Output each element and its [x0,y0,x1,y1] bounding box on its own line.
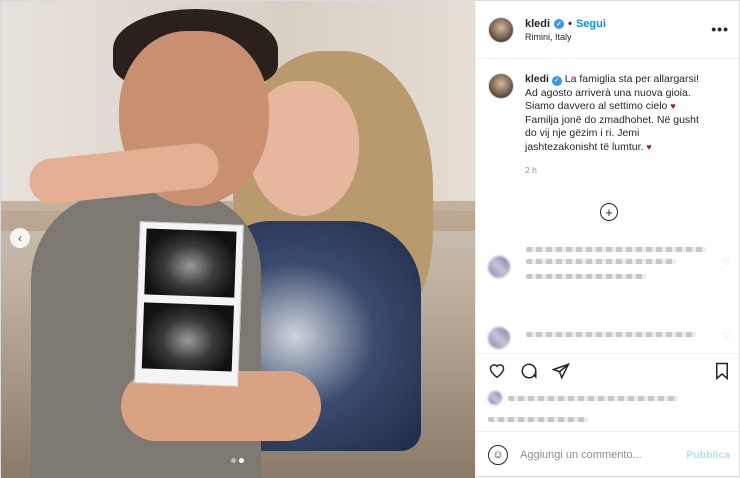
carousel-dots [231,458,244,463]
more-options-icon[interactable]: ••• [711,21,729,37]
comment-like-icon[interactable]: ♡ [723,331,731,342]
caption-username[interactable]: kledi [525,73,549,85]
heart-emoji-icon: ♥ [646,141,652,152]
publish-button[interactable]: Pubblica [686,449,730,461]
add-comment-bar: ☺ Aggiungi un commento... Pubblica [476,431,740,478]
post-header: kledi ✓ • Segui Rimini, Italy ••• [476,1,740,59]
likes-blurred [488,391,678,429]
commenter-avatar [488,327,510,349]
caption-line: do vij nje gëzim i ri. Jemi [525,127,640,139]
blurred-text [526,259,676,264]
caption-line: Familja jonë do zmadhohet. Në gusht [525,113,699,126]
separator-dot: • [568,17,572,30]
blurred-text [508,395,678,401]
comment-blurred [488,247,706,286]
verified-badge-icon: ✓ [554,18,565,29]
carousel-dot-active [239,458,244,463]
avatar[interactable] [488,16,514,43]
follow-button[interactable]: Segui [576,18,606,30]
post-photo[interactable]: ‹ [1,1,475,478]
load-more-comments-icon[interactable]: + [600,203,618,221]
heart-emoji-icon: ♥ [670,101,676,111]
verified-badge-icon: ✓ [551,75,562,86]
caption-line: jashtezakonisht të lumtur. [525,140,644,153]
post-caption: kledi ✓ La famiglia sta per allargarsi! … [476,59,740,178]
blurred-text [526,332,696,337]
blurred-text [526,274,646,279]
post-sidebar: kledi ✓ • Segui Rimini, Italy ••• kledi … [475,1,740,478]
carousel-dot [231,458,236,463]
commenter-avatar [488,255,510,278]
liker-avatar [488,391,502,405]
comment-like-icon[interactable]: ♡ [723,257,731,268]
blurred-text [488,417,588,422]
bookmark-icon[interactable] [714,362,730,385]
chevron-left-icon: ‹ [18,231,22,245]
post-modal: ‹ kledi ✓ • Segui Rimini, Italy ••• kled… [0,0,740,478]
ultrasound-scan-top [144,228,237,298]
heart-outline-icon[interactable] [488,362,506,383]
caption-avatar[interactable] [488,73,514,99]
caption-line: La famiglia sta per allargarsi! [564,73,700,85]
ultrasound-scan-bottom [141,302,234,372]
action-bar [476,353,740,385]
location-link[interactable]: Rimini, Italy [525,32,606,42]
ultrasound-print [134,221,244,387]
username-link[interactable]: kledi [525,18,550,30]
emoji-picker-icon[interactable]: ☺ [488,445,508,465]
comment-icon[interactable] [520,362,538,385]
blurred-text [526,247,706,252]
paper-plane-icon[interactable] [551,362,570,385]
caption-line: Siamo davvero al settimo cielo [525,100,668,112]
post-timestamp[interactable]: 2 h [525,164,699,178]
caption-line: Ad agosto arriverà una nuova gioia. [525,86,691,99]
carousel-prev-button[interactable]: ‹ [10,228,30,248]
comment-input[interactable]: Aggiungi un commento... [520,449,686,461]
comment-blurred [488,327,696,349]
